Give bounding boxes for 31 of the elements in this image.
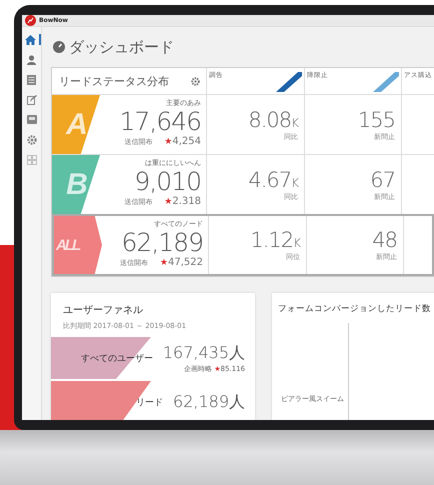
grade-label: ALL [54,216,102,274]
metric-value: 1.12 K [250,228,300,252]
grade-label: B [52,155,100,214]
lead-count: 62,189 [122,229,203,257]
card-title: フォームコンバージョンしたリード数 [278,303,432,315]
lead-count: 9,010 [134,168,201,196]
metric-value: 67 [370,168,395,192]
settings-icon[interactable] [26,134,36,144]
table-title: リードステータス分布 [59,74,169,88]
star-value: ★4,254 [164,136,201,147]
metric-value: 4.67 K [248,168,298,192]
document-icon[interactable] [27,74,36,84]
metric-value: 155 [358,108,395,132]
grade-label: A [52,95,100,154]
stage-label: リード [136,396,164,408]
lead-count: 17,646 [120,108,201,136]
star-value: ★2.318 [164,196,201,207]
metric-value: 48 [372,228,397,252]
edit-icon[interactable] [26,94,36,104]
user-icon[interactable] [27,54,36,64]
settings-icon[interactable] [191,76,200,86]
star-value: ★47,522 [160,257,203,268]
inbox-icon[interactable] [26,115,36,124]
dashboard-icon [53,41,65,53]
stage-count: 62,189人 [173,392,245,412]
stage-label: すべてのユーザー [80,352,153,364]
page-title: ダッシュボード [69,38,174,56]
home-icon[interactable] [25,34,36,44]
stage-count: 167,435人 [162,342,245,364]
card-title: ユーザーファネル [62,304,144,317]
metric-value: 8.08 K [248,108,298,132]
